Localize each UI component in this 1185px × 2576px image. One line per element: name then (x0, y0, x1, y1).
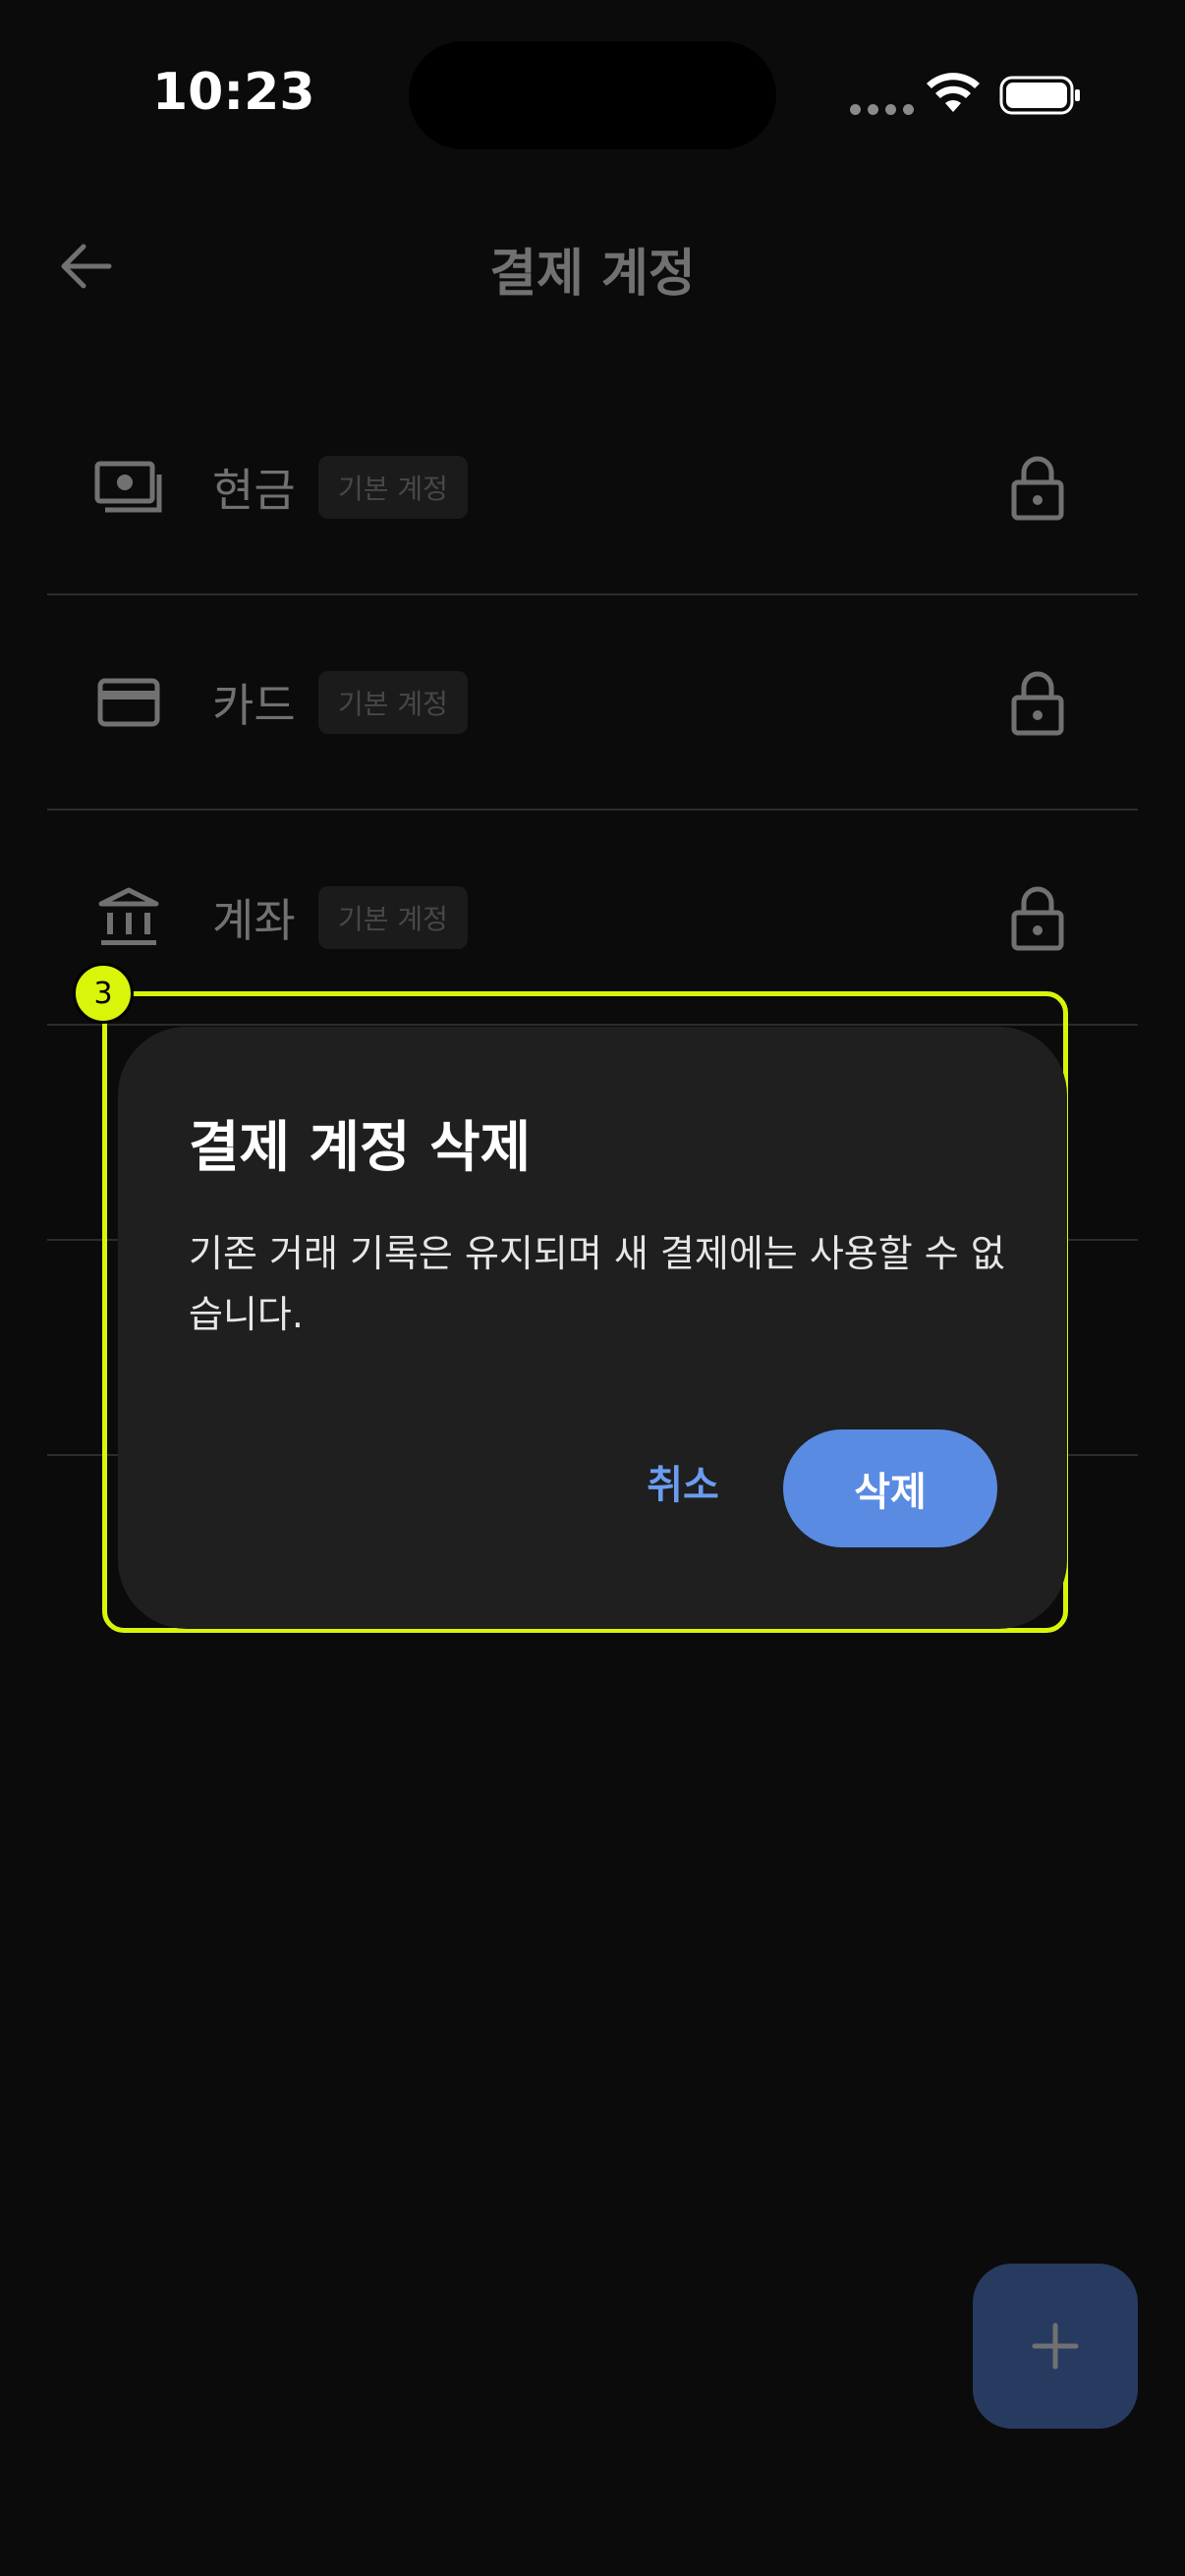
account-label: 계좌 (212, 893, 296, 947)
card-icon (94, 668, 163, 737)
account-label: 현금 (212, 463, 296, 517)
lock-icon (1011, 671, 1064, 735)
dialog-message: 기존 거래 기록은 유지되며 새 결제에는 사용할 수 없습니다. (189, 1232, 1005, 1336)
lock-icon (1011, 886, 1064, 950)
default-account-badge: 기본 계정 (318, 670, 468, 734)
dialog-title: 결제 계정 삭제 (189, 1116, 532, 1180)
cash-icon (94, 453, 163, 522)
account-label: 카드 (212, 678, 296, 732)
lock-icon (1011, 456, 1064, 520)
bank-icon (94, 883, 163, 952)
default-account-badge: 기본 계정 (318, 455, 468, 519)
default-account-badge: 기본 계정 (318, 885, 468, 949)
account-row-card[interactable]: 카드 기본 계정 (47, 595, 1138, 811)
page-title: 결제 계정 (489, 245, 696, 304)
account-row-cash[interactable]: 현금 기본 계정 (47, 380, 1138, 595)
delete-account-dialog: 결제 계정 삭제 기존 거래 기록은 유지되며 새 결제에는 사용할 수 없습니… (118, 1027, 1067, 1629)
delete-button[interactable]: 삭제 (783, 1429, 997, 1547)
cancel-button[interactable]: 취소 (609, 1428, 757, 1536)
plus-icon (1032, 2323, 1079, 2370)
add-account-button[interactable] (973, 2264, 1138, 2429)
highlight-number-badge: 3 (73, 963, 134, 1024)
